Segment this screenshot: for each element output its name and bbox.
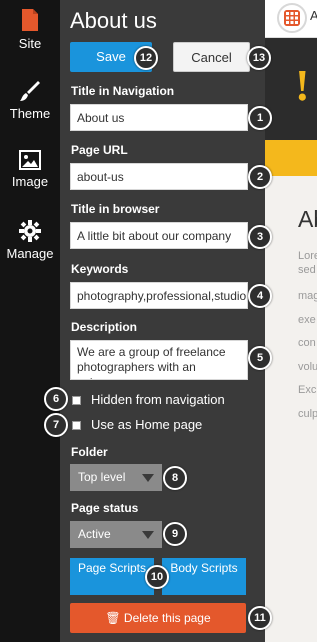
browser-title-label: Title in browser	[71, 202, 160, 216]
callout-badge: 12	[134, 46, 158, 70]
preview-text-line: culp	[298, 408, 317, 420]
chevron-down-icon	[142, 474, 154, 482]
description-label: Description	[71, 320, 138, 334]
preview-text-line: sed	[298, 264, 316, 276]
sidebar-item-label: Manage	[6, 246, 54, 261]
brush-icon	[20, 81, 40, 101]
use-as-home-row[interactable]: Use as Home page	[72, 417, 202, 432]
page-status-label: Page status	[71, 501, 139, 515]
use-as-home-label: Use as Home page	[91, 417, 203, 432]
preview-text-line: Exc	[298, 384, 317, 396]
hidden-from-navigation-checkbox[interactable]	[72, 396, 81, 406]
image-icon	[19, 150, 41, 170]
grid-menu-button[interactable]	[277, 3, 307, 33]
page-icon	[22, 9, 38, 31]
preview-heading: Ab	[298, 206, 317, 232]
callout-badge: 13	[247, 46, 271, 70]
sidebar-item-site[interactable]: Site	[0, 8, 60, 51]
page-title: About us	[70, 8, 157, 33]
callout-badge: 4	[248, 284, 272, 308]
description-textarea[interactable]: We are a group of freelance photographer…	[70, 340, 248, 380]
callout-badge: 3	[248, 225, 272, 249]
hidden-from-navigation-row[interactable]: Hidden from navigation	[72, 392, 225, 407]
callout-badge: 2	[248, 165, 272, 189]
use-as-home-checkbox[interactable]	[72, 421, 81, 431]
page-scripts-button[interactable]: Page Scripts	[70, 558, 154, 595]
keywords-label: Keywords	[71, 262, 129, 276]
callout-badge: 6	[44, 387, 68, 411]
callout-badge: 7	[44, 413, 68, 437]
grid-icon	[284, 10, 300, 26]
chevron-down-icon	[142, 531, 154, 539]
browser-title-input[interactable]: A little bit about our company	[70, 222, 248, 249]
logo-mark: !	[295, 61, 310, 110]
hidden-from-navigation-label: Hidden from navigation	[91, 392, 225, 407]
preview-text-line: con	[298, 337, 316, 349]
callout-badge: 1	[248, 106, 272, 130]
callout-badge: 5	[248, 346, 272, 370]
nav-title-label: Title in Navigation	[71, 84, 175, 98]
nav-title-input[interactable]: About us	[70, 104, 248, 131]
preview-text-line: mag	[298, 290, 317, 302]
sidebar-rail: Site Theme Image Manage	[0, 0, 60, 642]
callout-badge: 10	[145, 565, 169, 589]
cancel-button[interactable]: Cancel	[173, 42, 250, 72]
gear-icon	[19, 220, 41, 242]
callout-badge: 9	[163, 522, 187, 546]
callout-badge: 11	[248, 606, 272, 630]
sidebar-item-label: Image	[11, 174, 49, 189]
page-url-label: Page URL	[71, 143, 128, 157]
sidebar-item-label: Theme	[9, 106, 51, 121]
folder-select[interactable]: Top level	[70, 464, 162, 491]
sidebar-item-label: Site	[18, 36, 42, 51]
preview-text-line: exe	[298, 314, 316, 326]
keywords-input[interactable]: photography,professional,studio	[70, 282, 248, 309]
sidebar-item-manage[interactable]: Manage	[0, 220, 60, 261]
page-status-select[interactable]: Active	[70, 521, 162, 548]
page-preview: A ! Ab Lore sed mag exe con volu Exc cul…	[265, 0, 317, 642]
preview-hero-stripe	[265, 140, 317, 176]
preview-topbar-text: A	[310, 8, 317, 23]
page-status-select-value: Active	[78, 527, 111, 541]
sidebar-item-theme[interactable]: Theme	[0, 80, 60, 121]
folder-select-value: Top level	[78, 470, 126, 484]
preview-topbar: A	[265, 0, 317, 38]
folder-label: Folder	[71, 445, 108, 459]
page-url-input[interactable]: about-us	[70, 163, 248, 190]
callout-badge: 8	[163, 466, 187, 490]
preview-text-line: Lore	[298, 250, 317, 262]
delete-page-button[interactable]: 🗑 Delete this page	[70, 603, 246, 633]
page-settings-panel: About us Save Cancel Title in Navigation…	[60, 0, 265, 642]
delete-page-label: Delete this page	[123, 611, 211, 625]
sidebar-item-image[interactable]: Image	[0, 150, 60, 189]
preview-text-line: volu	[298, 361, 317, 373]
trash-icon: 🗑	[105, 611, 121, 625]
body-scripts-button[interactable]: Body Scripts	[162, 558, 246, 595]
